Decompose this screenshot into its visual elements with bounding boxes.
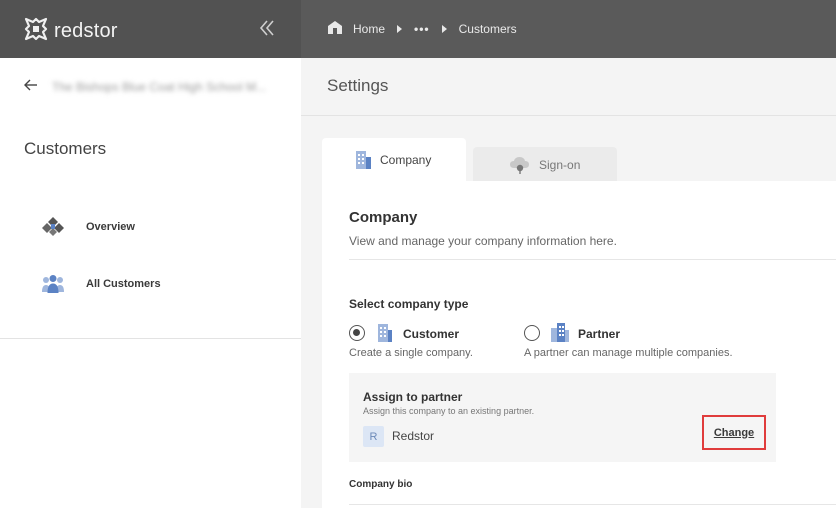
breadcrumb-separator-icon	[397, 25, 403, 33]
arrow-left-icon[interactable]	[24, 78, 38, 96]
sidebar-item-label: Overview	[86, 221, 135, 233]
back-to-account[interactable]: The Bishops Blue Coat High School M...	[24, 78, 284, 96]
top-bar: Home ••• Customers	[301, 0, 836, 58]
sidebar-item-all-customers[interactable]: All Customers	[40, 273, 161, 295]
double-chevron-left-icon	[258, 20, 276, 42]
section-divider	[349, 259, 836, 260]
redstor-logo-icon	[24, 17, 48, 46]
option-customer-label[interactable]: Customer	[403, 327, 459, 341]
sidebar: redstor The Bishops Blue Coat High Schoo…	[0, 0, 301, 508]
page-title: Settings	[327, 76, 389, 95]
radio-partner[interactable]	[524, 325, 540, 341]
section-heading: Company	[349, 209, 418, 226]
sidebar-header: redstor	[0, 0, 301, 58]
change-highlight: Change	[702, 415, 766, 450]
tab-label: Sign-on	[539, 157, 581, 172]
company-type-label: Select company type	[349, 297, 469, 311]
breadcrumb-ellipsis[interactable]: •••	[414, 22, 430, 36]
radio-customer[interactable]	[349, 325, 365, 341]
tab-label: Company	[380, 153, 432, 167]
brand-logo[interactable]: redstor	[24, 17, 118, 46]
title-divider	[301, 115, 836, 116]
sidebar-section-title: Customers	[24, 139, 107, 158]
building-icon	[354, 150, 372, 170]
cloud-key-icon	[509, 156, 531, 174]
option-partner-description: A partner can manage multiple companies.	[524, 347, 733, 359]
account-name: The Bishops Blue Coat High School M...	[52, 80, 267, 94]
breadcrumb: Home ••• Customers	[327, 20, 517, 38]
breadcrumb-separator-icon	[441, 25, 447, 33]
company-bio-label: Company bio	[349, 479, 413, 490]
collapse-sidebar-button[interactable]	[258, 18, 276, 43]
breadcrumb-home[interactable]: Home	[353, 22, 385, 36]
home-icon[interactable]	[327, 20, 353, 38]
tab-sign-on[interactable]: Sign-on	[473, 147, 617, 182]
brand-name: redstor	[54, 20, 118, 42]
people-group-icon	[40, 273, 66, 295]
sidebar-item-label: All Customers	[86, 278, 161, 290]
company-bio-field-border	[349, 504, 836, 505]
option-customer-description: Create a single company.	[349, 347, 473, 359]
tab-company[interactable]: Company	[322, 138, 466, 182]
overview-icon	[40, 216, 66, 238]
assigned-partner-name: Redstor	[392, 429, 435, 443]
buildings-icon	[550, 322, 570, 348]
section-description: View and manage your company information…	[349, 234, 617, 248]
option-partner-label[interactable]: Partner	[578, 327, 620, 341]
sidebar-item-overview[interactable]: Overview	[40, 216, 135, 238]
building-icon	[376, 323, 393, 348]
sidebar-divider	[0, 338, 301, 339]
change-partner-link[interactable]: Change	[714, 427, 754, 439]
breadcrumb-current: Customers	[458, 22, 517, 36]
assign-partner-subtitle: Assign this company to an existing partn…	[363, 406, 535, 416]
assign-partner-title: Assign to partner	[363, 390, 463, 404]
avatar: R	[363, 426, 384, 447]
